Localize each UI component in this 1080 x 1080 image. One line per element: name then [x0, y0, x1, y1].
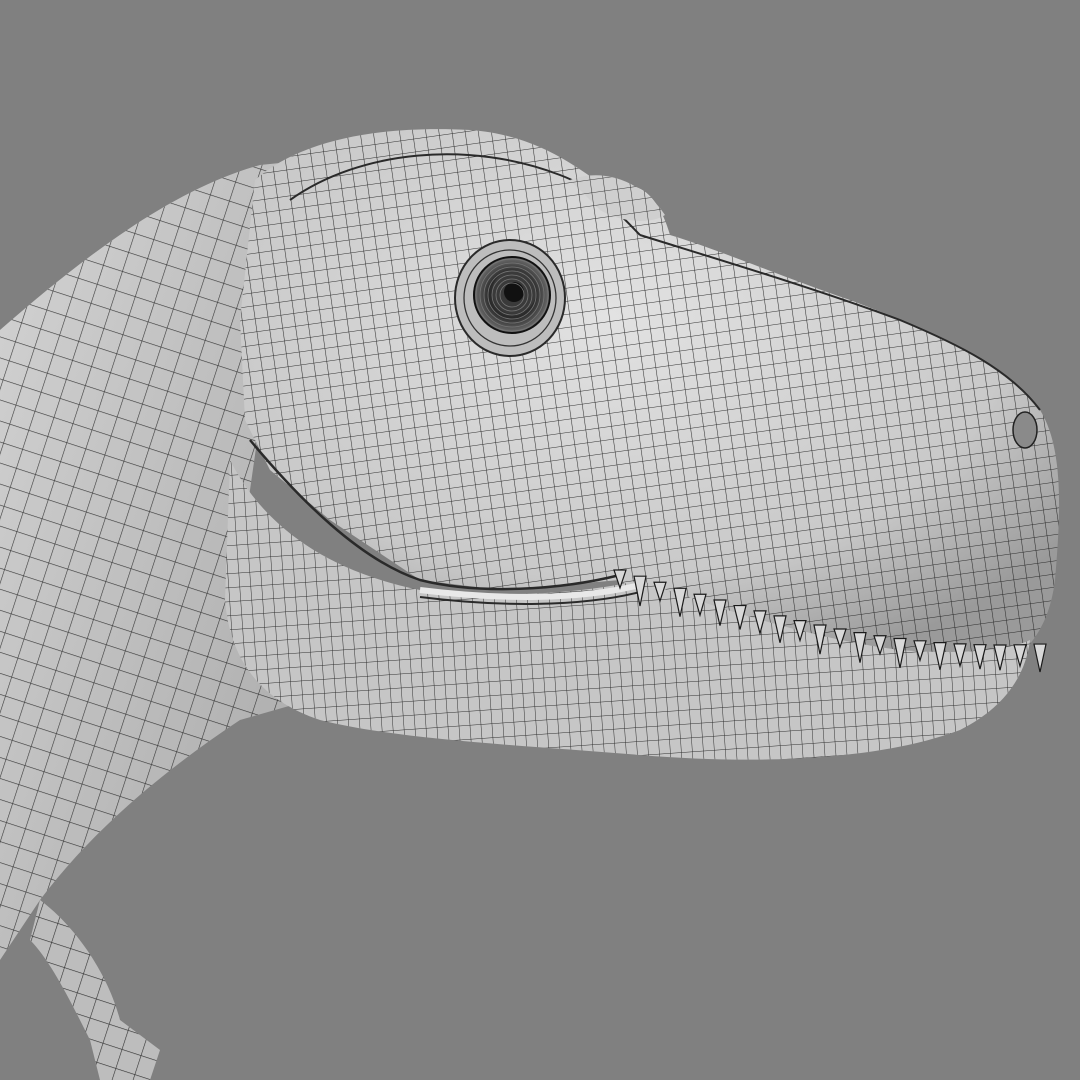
foreleg-mesh	[30, 900, 160, 1080]
eye-mesh	[454, 239, 566, 357]
dinosaur-wireframe-render	[0, 129, 1060, 1080]
3d-viewport[interactable]	[0, 0, 1080, 1080]
nostril	[1012, 411, 1038, 449]
tooth	[1033, 643, 1047, 673]
